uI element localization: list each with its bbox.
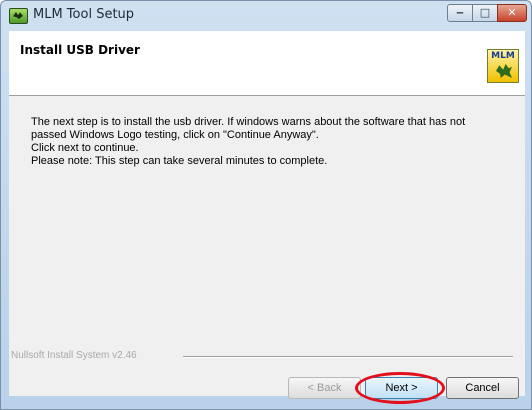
window-title: MLM Tool Setup <box>33 7 135 22</box>
instruction-line: passed Windows Logo testing, click on "C… <box>31 129 319 141</box>
maximize-button[interactable]: □ <box>472 4 498 22</box>
installer-window: MLM Tool Setup ‒ □ ✕ Install USB Driver … <box>0 0 532 410</box>
title-bar[interactable]: MLM Tool Setup ‒ □ ✕ <box>1 1 531 31</box>
footer-divider <box>183 356 513 358</box>
page-header: Install USB Driver MLM <box>9 31 525 96</box>
mlm-logo: MLM <box>487 49 519 83</box>
close-button[interactable]: ✕ <box>497 4 527 22</box>
instruction-line: The next step is to install the usb driv… <box>31 116 466 128</box>
content-panel: The next step is to install the usb driv… <box>9 96 525 404</box>
back-button[interactable]: < Back <box>288 377 361 399</box>
minimize-icon: ‒ <box>456 6 464 19</box>
instruction-line: Please note: This step can take several … <box>31 155 328 167</box>
next-highlight-circle <box>355 372 445 404</box>
page-title: Install USB Driver <box>20 43 140 57</box>
app-icon <box>9 8 28 24</box>
cancel-button[interactable]: Cancel <box>446 377 519 399</box>
bug-icon <box>496 64 512 78</box>
close-icon: ✕ <box>507 6 517 19</box>
maximize-icon: □ <box>479 6 491 19</box>
logo-text: MLM <box>491 51 515 61</box>
minimize-button[interactable]: ‒ <box>447 4 473 22</box>
installer-branding: Nullsoft Install System v2.46 <box>11 350 137 361</box>
instruction-line: Click next to continue. <box>31 142 139 154</box>
instructions-text: The next step is to install the usb driv… <box>31 116 521 168</box>
